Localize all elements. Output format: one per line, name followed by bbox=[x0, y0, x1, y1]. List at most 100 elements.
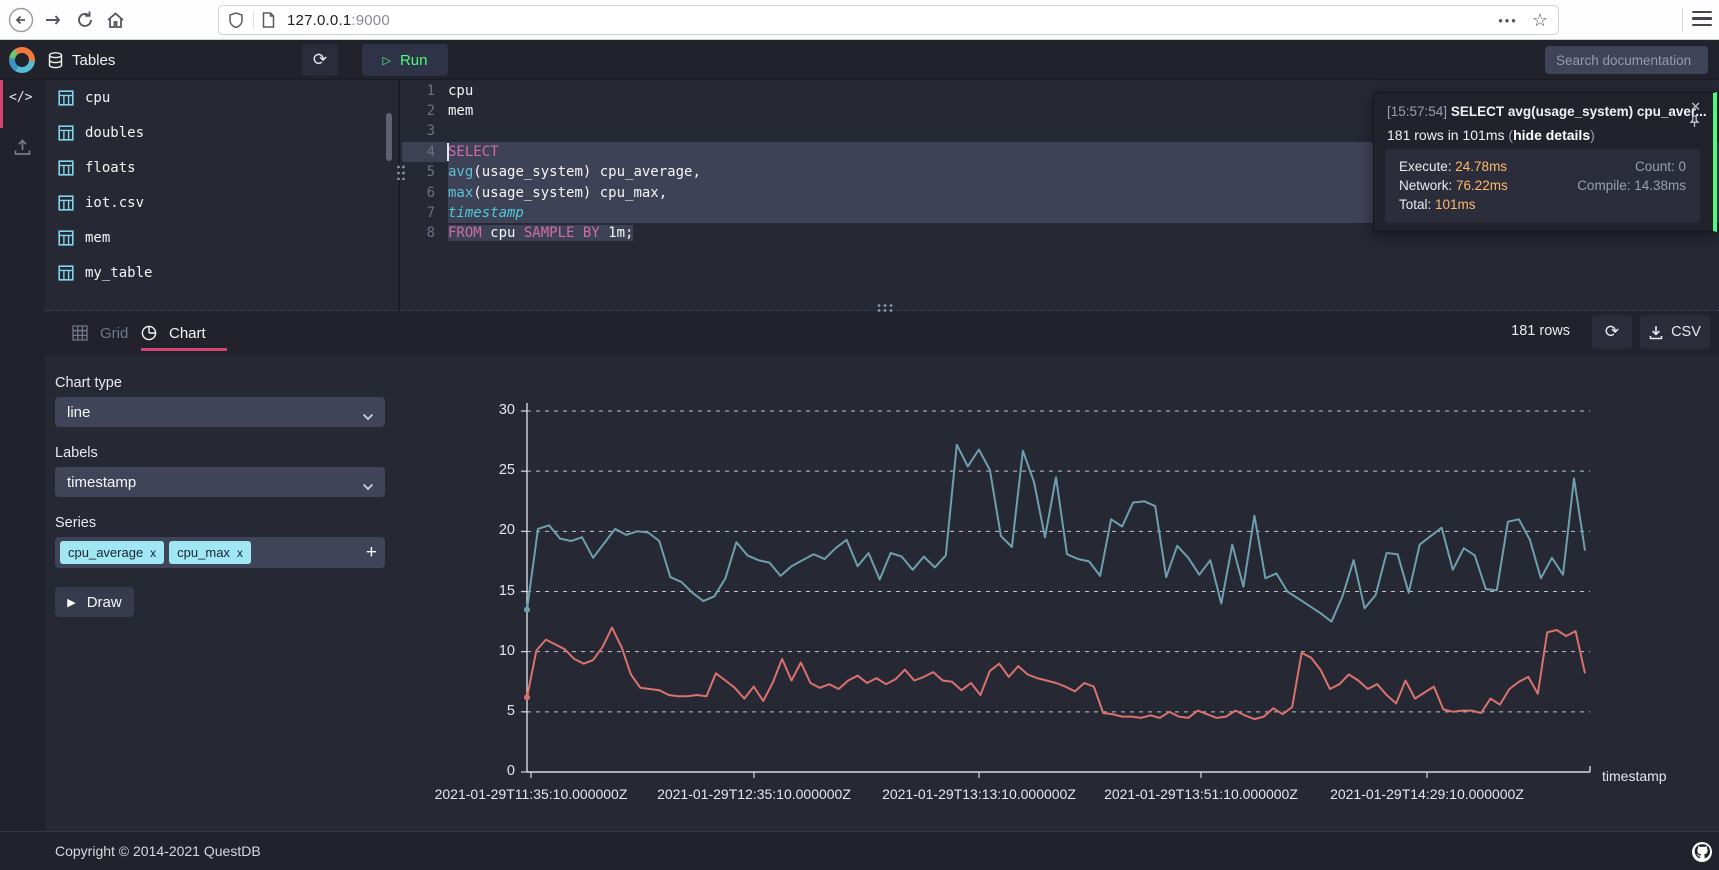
code-line-8: FROM cpu SAMPLE BY 1m; bbox=[448, 223, 633, 243]
line-number: 3 bbox=[400, 121, 435, 141]
pin-icon[interactable] bbox=[1689, 115, 1700, 133]
csv-download-button[interactable]: CSV bbox=[1640, 315, 1710, 349]
vertical-splitter-handle[interactable] bbox=[396, 164, 405, 180]
row-count: 181 rows bbox=[1511, 323, 1570, 339]
tab-grid-label: Grid bbox=[100, 325, 128, 342]
labels-label: Labels bbox=[55, 445, 98, 461]
query-notification: [15:57:54] SELECT avg(usage_system) cpu_… bbox=[1373, 92, 1717, 232]
notification-title: [15:57:54] SELECT avg(usage_system) cpu_… bbox=[1387, 104, 1707, 119]
forward-button[interactable] bbox=[40, 7, 66, 33]
tab-grid[interactable]: Grid bbox=[72, 311, 128, 355]
table-name: doubles bbox=[85, 125, 144, 141]
series-tag-cpu_max[interactable]: cpu_maxx bbox=[169, 541, 251, 564]
grid-icon bbox=[72, 325, 88, 341]
url-bar[interactable]: 127.0.0.1:9000 ••• ☆ bbox=[218, 5, 1559, 35]
hide-details-link[interactable]: hide details bbox=[1513, 127, 1590, 143]
url-text[interactable]: 127.0.0.1:9000 bbox=[287, 12, 390, 29]
divider bbox=[1682, 8, 1683, 32]
shield-icon[interactable] bbox=[229, 12, 243, 28]
refresh-icon: ⟳ bbox=[1605, 322, 1619, 342]
chevron-down-icon bbox=[362, 478, 374, 495]
browser-menu-button[interactable] bbox=[1692, 11, 1712, 29]
chart-panel: Chart type line Labels timestamp Series … bbox=[45, 355, 1719, 831]
remove-series-icon[interactable]: x bbox=[237, 546, 243, 560]
code-line-5: avg(usage_system) cpu_average, bbox=[448, 162, 701, 182]
github-icon[interactable] bbox=[1691, 841, 1713, 868]
y-tick-label: 15 bbox=[477, 583, 515, 599]
download-icon bbox=[1649, 325, 1663, 340]
home-icon bbox=[105, 10, 126, 31]
left-rail: </> bbox=[0, 80, 45, 831]
copyright-text: Copyright © 2014-2021 QuestDB bbox=[55, 843, 261, 859]
line-number: 7 bbox=[400, 203, 435, 223]
table-icon bbox=[58, 160, 74, 176]
table-item-my_table[interactable]: my_table bbox=[45, 255, 398, 290]
series-tag-cpu_average[interactable]: cpu_averagex bbox=[60, 541, 164, 564]
series-input[interactable]: cpu_averagex cpu_maxx + bbox=[55, 537, 385, 568]
active-tab-underline bbox=[141, 348, 227, 351]
labels-value: timestamp bbox=[67, 474, 136, 491]
line-number: 1 bbox=[400, 81, 435, 101]
table-item-floats[interactable]: floats bbox=[45, 150, 398, 185]
y-tick-label: 30 bbox=[477, 402, 515, 418]
play-icon: ▷ bbox=[383, 54, 391, 67]
tab-chart-label: Chart bbox=[169, 325, 206, 342]
table-item-doubles[interactable]: doubles bbox=[45, 115, 398, 150]
back-button[interactable] bbox=[8, 7, 34, 33]
scrollbar-thumb[interactable] bbox=[386, 113, 392, 161]
divider bbox=[253, 11, 254, 29]
home-button[interactable] bbox=[102, 7, 128, 33]
query-timestamp: [15:57:54] bbox=[1387, 104, 1447, 119]
horizontal-splitter-handle[interactable] bbox=[876, 303, 893, 312]
labels-select[interactable]: timestamp bbox=[55, 467, 385, 497]
y-tick-label: 5 bbox=[477, 703, 515, 719]
x-tick-label: 2021-01-29T13:51:10.000000Z bbox=[1081, 786, 1321, 802]
tables-panel: cpu doubles floats iot.csv mem my_table bbox=[45, 80, 400, 310]
line-number: 5 bbox=[400, 162, 435, 182]
search-documentation-input[interactable]: Search documentation bbox=[1545, 46, 1708, 74]
series-label: Series bbox=[55, 515, 96, 531]
y-tick-label: 20 bbox=[477, 522, 515, 538]
search-placeholder: Search documentation bbox=[1556, 53, 1691, 68]
text-cursor bbox=[447, 143, 449, 161]
chevron-down-icon bbox=[362, 408, 374, 425]
remove-series-icon[interactable]: x bbox=[150, 546, 156, 560]
refresh-tables-button[interactable]: ⟳ bbox=[302, 44, 338, 76]
results-tabbar: Grid Chart 181 rows ⟳ CSV bbox=[45, 311, 1719, 355]
code-line-1: cpu bbox=[448, 81, 473, 101]
query-summary: 181 rows in 101ms (hide details) bbox=[1387, 127, 1595, 143]
x-axis-title: timestamp bbox=[1602, 768, 1667, 784]
table-icon bbox=[58, 265, 74, 281]
csv-label: CSV bbox=[1671, 324, 1701, 340]
x-tick-label: 2021-01-29T14:29:10.000000Z bbox=[1307, 786, 1547, 802]
table-icon bbox=[58, 90, 74, 106]
stat-row: Total: 101ms bbox=[1399, 195, 1686, 214]
draw-button[interactable]: ▶ Draw bbox=[55, 587, 134, 617]
page-icon[interactable] bbox=[262, 12, 275, 28]
reload-button[interactable] bbox=[72, 7, 98, 33]
code-line-6: max(usage_system) cpu_max, bbox=[448, 183, 667, 203]
refresh-results-button[interactable]: ⟳ bbox=[1592, 315, 1632, 349]
table-item-iot.csv[interactable]: iot.csv bbox=[45, 185, 398, 220]
line-number: 6 bbox=[400, 183, 435, 203]
page-actions-icon[interactable]: ••• bbox=[1498, 13, 1518, 28]
app-topbar: Tables ⟳ ▷ Run Search documentation bbox=[0, 40, 1719, 80]
database-icon bbox=[48, 52, 63, 69]
close-icon[interactable]: ✕ bbox=[1690, 99, 1701, 115]
back-arrow-icon bbox=[8, 7, 34, 33]
tables-label: Tables bbox=[72, 52, 115, 69]
add-series-button[interactable]: + bbox=[366, 542, 377, 564]
x-tick-label: 2021-01-29T12:35:10.000000Z bbox=[634, 786, 874, 802]
table-icon bbox=[58, 125, 74, 141]
table-item-cpu[interactable]: cpu bbox=[45, 80, 398, 115]
table-item-mem[interactable]: mem bbox=[45, 220, 398, 255]
questdb-logo bbox=[9, 47, 35, 73]
x-tick-label: 2021-01-29T13:13:10.000000Z bbox=[859, 786, 1099, 802]
run-button[interactable]: ▷ Run bbox=[362, 44, 448, 76]
bookmark-star-icon[interactable]: ☆ bbox=[1532, 10, 1548, 31]
refresh-icon: ⟳ bbox=[313, 50, 327, 70]
upload-icon[interactable] bbox=[13, 138, 32, 162]
active-indicator bbox=[0, 80, 3, 128]
chart-type-select[interactable]: line bbox=[55, 397, 385, 427]
console-icon[interactable]: </> bbox=[9, 90, 32, 105]
